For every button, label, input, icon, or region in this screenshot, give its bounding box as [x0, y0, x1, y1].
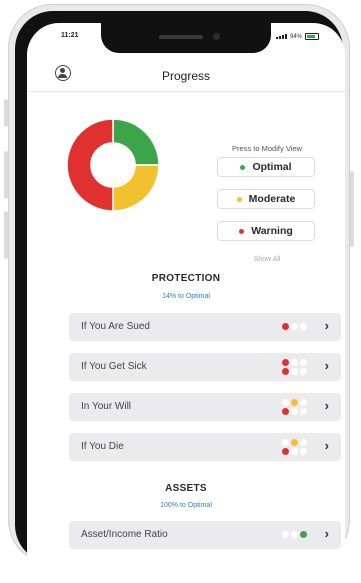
- status-dot: [300, 359, 307, 366]
- row-label: Asset/Income Ratio: [81, 529, 168, 540]
- list-item-asset-income-ratio[interactable]: Asset/Income Ratio ›: [69, 521, 341, 549]
- status-dots: [282, 359, 307, 375]
- status-indicators: 94%: [275, 33, 319, 40]
- volume-up-button: [4, 151, 8, 199]
- status-dot: [282, 531, 289, 538]
- donut-slice-optimal: [112, 118, 160, 166]
- phone-bezel: 11:21 94% Progress Press to Modify View …: [15, 11, 345, 583]
- row-label: If You Get Sick: [81, 361, 147, 372]
- row-label: If You Die: [81, 441, 124, 452]
- chevron-right-icon: ›: [324, 526, 329, 541]
- status-dot: [282, 399, 289, 406]
- status-dot: [300, 531, 307, 538]
- status-dot: [300, 323, 307, 330]
- status-dot: [282, 439, 289, 446]
- speaker: [159, 35, 203, 39]
- row-label: In Your Will: [81, 401, 132, 412]
- camera: [213, 33, 220, 40]
- list-item-if-you-get-sick[interactable]: If You Get Sick ›: [69, 353, 341, 381]
- assets-title: ASSETS: [165, 483, 207, 494]
- battery-icon: [305, 33, 319, 40]
- silent-switch: [4, 99, 8, 127]
- battery-percent: 94%: [289, 33, 302, 40]
- protection-subtitle: 14% to Optimal: [162, 293, 210, 300]
- donut-slice-moderate: [112, 164, 160, 212]
- status-dot: [300, 408, 307, 415]
- status-dot: [291, 359, 298, 366]
- donut-slice-warning: [66, 118, 114, 212]
- list-item-if-you-are-sued[interactable]: If You Are Sued ›: [69, 313, 341, 341]
- status-dots: [282, 439, 307, 455]
- chevron-right-icon: ›: [324, 358, 329, 373]
- filter-warning-label: Warning: [251, 225, 293, 237]
- app-screen: 11:21 94% Progress Press to Modify View …: [27, 23, 345, 583]
- status-dot: [291, 531, 298, 538]
- filter-moderate-label: Moderate: [248, 193, 296, 205]
- list-item-if-you-die[interactable]: If You Die ›: [69, 433, 341, 461]
- status-dot: [282, 359, 289, 366]
- moderate-dot-icon: [236, 196, 242, 202]
- app-header: Progress: [27, 61, 345, 92]
- status-dot: [282, 408, 289, 415]
- status-time: 11:21: [61, 32, 79, 39]
- status-dot: [300, 368, 307, 375]
- legend-hint: Press to Modify View: [232, 144, 302, 153]
- row-label: If You Are Sued: [81, 321, 150, 332]
- status-dot: [291, 448, 298, 455]
- status-dot: [291, 368, 298, 375]
- chevron-right-icon: ›: [324, 398, 329, 413]
- filter-optimal-label: Optimal: [252, 161, 292, 173]
- filter-optimal-button[interactable]: Optimal: [217, 157, 315, 177]
- assets-subtitle: 100% to Optimal: [160, 502, 212, 509]
- volume-down-button: [4, 211, 8, 259]
- status-dots: [282, 531, 307, 538]
- chevron-right-icon: ›: [324, 438, 329, 453]
- status-dot: [291, 408, 298, 415]
- signal-icon: [275, 34, 287, 39]
- warning-dot-icon: [239, 228, 245, 234]
- status-dot: [291, 439, 298, 446]
- progress-donut-chart: [66, 118, 160, 212]
- list-item-in-your-will[interactable]: In Your Will ›: [69, 393, 341, 421]
- status-dot: [300, 448, 307, 455]
- status-dot: [282, 448, 289, 455]
- filter-moderate-button[interactable]: Moderate: [217, 189, 315, 209]
- filter-warning-button[interactable]: Warning: [217, 221, 315, 241]
- status-dot: [300, 399, 307, 406]
- notch: [101, 23, 271, 53]
- status-dot: [282, 368, 289, 375]
- status-dot: [291, 399, 298, 406]
- status-dots: [282, 399, 307, 415]
- show-all-link[interactable]: Show All: [215, 256, 319, 263]
- status-dot: [300, 439, 307, 446]
- status-dot: [291, 323, 298, 330]
- chevron-right-icon: ›: [324, 318, 329, 333]
- status-dots: [282, 323, 307, 330]
- status-dot: [282, 323, 289, 330]
- optimal-dot-icon: [240, 164, 246, 170]
- protection-title: PROTECTION: [151, 273, 221, 284]
- page-title: Progress: [161, 69, 211, 83]
- phone-frame: 11:21 94% Progress Press to Modify View …: [4, 4, 354, 583]
- power-button: [350, 171, 354, 247]
